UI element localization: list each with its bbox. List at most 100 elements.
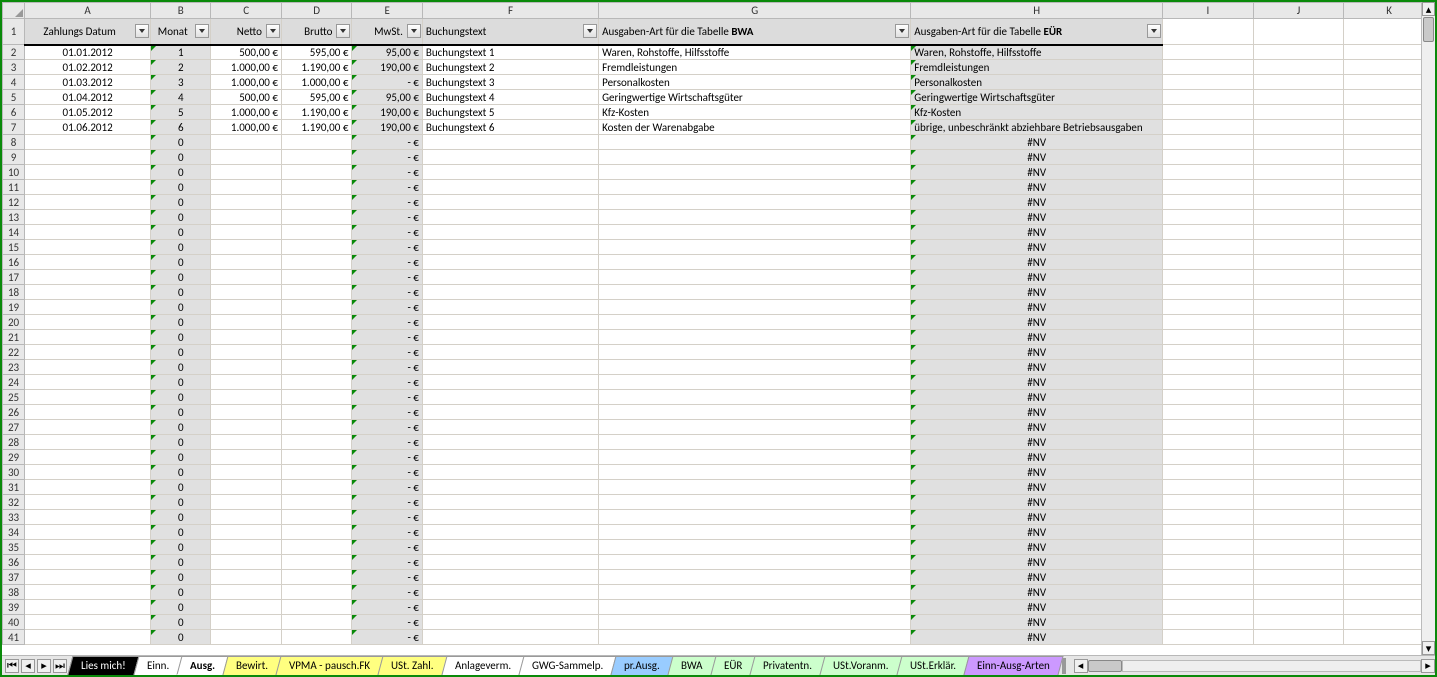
cell[interactable]: Waren, Rohstoffe, Hilfsstoffe: [911, 45, 1163, 60]
cell[interactable]: [25, 315, 151, 330]
cell[interactable]: [1253, 615, 1344, 630]
cell[interactable]: Waren, Rohstoffe, Hilfsstoffe: [599, 45, 911, 60]
cell[interactable]: [211, 270, 281, 285]
cell[interactable]: [422, 360, 598, 375]
cell[interactable]: 190,00 €: [352, 120, 422, 135]
cell[interactable]: [281, 465, 351, 480]
filter-dropdown-icon[interactable]: [336, 24, 350, 38]
cell[interactable]: [211, 435, 281, 450]
cell[interactable]: #NV: [911, 180, 1163, 195]
cell[interactable]: [211, 390, 281, 405]
row-header[interactable]: 2: [3, 45, 25, 60]
cell[interactable]: [1163, 225, 1254, 240]
cell[interactable]: 1.190,00 €: [281, 105, 351, 120]
cell[interactable]: [1163, 270, 1254, 285]
cell[interactable]: [211, 540, 281, 555]
cell[interactable]: [1253, 540, 1344, 555]
sheet-tab[interactable]: Lies mich!: [67, 656, 139, 675]
row-header[interactable]: 29: [3, 450, 25, 465]
cell[interactable]: [1163, 570, 1254, 585]
cell[interactable]: [281, 615, 351, 630]
sheet-tab[interactable]: USt.Erklär.: [896, 656, 969, 675]
cell[interactable]: [211, 240, 281, 255]
sheet-tab[interactable]: Ausg.: [176, 656, 228, 675]
cell[interactable]: [281, 180, 351, 195]
row-header[interactable]: 19: [3, 300, 25, 315]
row-header[interactable]: 17: [3, 270, 25, 285]
sheet-tab[interactable]: BWA: [668, 656, 717, 675]
cell[interactable]: [25, 210, 151, 225]
sheet-tab[interactable]: USt.Voranm.: [820, 656, 903, 675]
cell[interactable]: [281, 450, 351, 465]
cell[interactable]: 1.190,00 €: [281, 60, 351, 75]
cell[interactable]: [25, 300, 151, 315]
cell[interactable]: [281, 240, 351, 255]
cell[interactable]: [422, 240, 598, 255]
cell[interactable]: - €: [352, 615, 422, 630]
cell[interactable]: [1253, 480, 1344, 495]
cell[interactable]: [599, 330, 911, 345]
cell[interactable]: [211, 420, 281, 435]
row-header[interactable]: 39: [3, 600, 25, 615]
cell[interactable]: 01.06.2012: [25, 120, 151, 135]
cell[interactable]: [211, 225, 281, 240]
cell[interactable]: [422, 630, 598, 645]
cell[interactable]: [599, 540, 911, 555]
cell[interactable]: [422, 210, 598, 225]
cell[interactable]: [1163, 540, 1254, 555]
cell[interactable]: [25, 600, 151, 615]
cell[interactable]: 1.000,00 €: [211, 75, 281, 90]
cell[interactable]: #NV: [911, 330, 1163, 345]
cell[interactable]: [1253, 375, 1344, 390]
cell[interactable]: [281, 555, 351, 570]
cell[interactable]: [1163, 435, 1254, 450]
cell[interactable]: [599, 345, 911, 360]
cell[interactable]: Kosten der Warenabgabe: [599, 120, 911, 135]
cell[interactable]: 0: [151, 615, 211, 630]
cell[interactable]: [1163, 285, 1254, 300]
cell[interactable]: [25, 360, 151, 375]
cell[interactable]: [1163, 195, 1254, 210]
vscroll-thumb[interactable]: [1423, 17, 1434, 42]
cell[interactable]: 0: [151, 195, 211, 210]
cell[interactable]: #NV: [911, 615, 1163, 630]
cell[interactable]: [211, 195, 281, 210]
scroll-down-icon[interactable]: ▾: [1422, 641, 1435, 655]
cell[interactable]: [1163, 255, 1254, 270]
cell[interactable]: [599, 135, 911, 150]
cell[interactable]: 01.02.2012: [25, 60, 151, 75]
cell[interactable]: [1253, 210, 1344, 225]
cell[interactable]: 0: [151, 540, 211, 555]
cell[interactable]: [422, 330, 598, 345]
cell[interactable]: [211, 150, 281, 165]
cell[interactable]: #NV: [911, 315, 1163, 330]
col-header-G[interactable]: G: [599, 3, 911, 19]
sheet-tab[interactable]: Bewirt.: [223, 656, 282, 675]
cell[interactable]: 0: [151, 585, 211, 600]
cell[interactable]: [599, 270, 911, 285]
scroll-right-icon[interactable]: ▸: [1421, 659, 1435, 673]
cell[interactable]: 0: [151, 570, 211, 585]
cell[interactable]: 0: [151, 240, 211, 255]
cell[interactable]: #NV: [911, 555, 1163, 570]
row-header[interactable]: 37: [3, 570, 25, 585]
cell[interactable]: [211, 495, 281, 510]
cell[interactable]: [422, 570, 598, 585]
cell[interactable]: 1.000,00 €: [211, 120, 281, 135]
cell[interactable]: 0: [151, 315, 211, 330]
cell[interactable]: [422, 285, 598, 300]
cell[interactable]: - €: [352, 210, 422, 225]
cell[interactable]: 0: [151, 165, 211, 180]
row-header[interactable]: 26: [3, 405, 25, 420]
cell[interactable]: [422, 450, 598, 465]
cell[interactable]: 95,00 €: [352, 90, 422, 105]
cell[interactable]: [422, 420, 598, 435]
cell[interactable]: [1253, 285, 1344, 300]
cell[interactable]: [599, 210, 911, 225]
row-header[interactable]: 12: [3, 195, 25, 210]
col-header-C[interactable]: C: [211, 3, 281, 19]
cell[interactable]: Fremdleistungen: [599, 60, 911, 75]
cell[interactable]: #NV: [911, 585, 1163, 600]
cell[interactable]: [1253, 45, 1344, 60]
cell[interactable]: [599, 405, 911, 420]
